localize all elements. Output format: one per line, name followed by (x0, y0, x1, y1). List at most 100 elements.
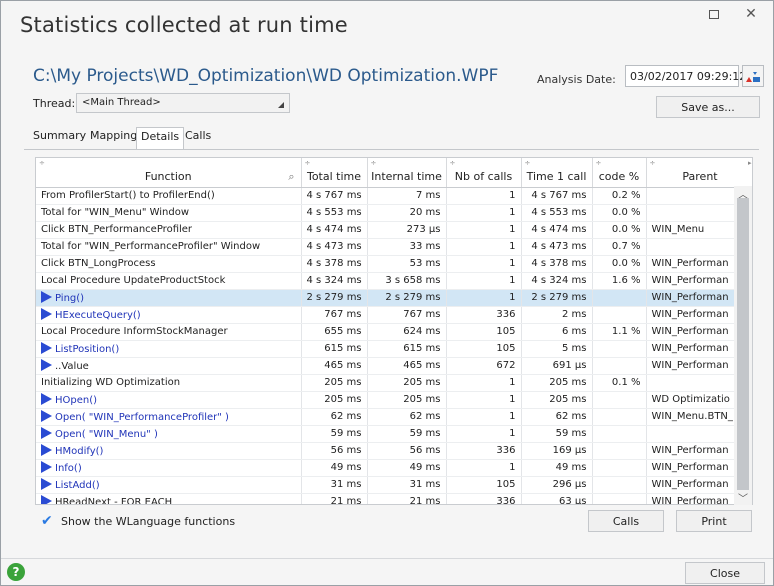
tab-calls[interactable]: Calls (185, 129, 211, 142)
table-row[interactable]: HModify() 56 ms 56 ms 336 169 µs WIN_Performa… (36, 442, 752, 460)
table-row[interactable]: Click BTN_PerformanceProfiler 4 s 474 ms 2… (36, 221, 752, 239)
cell-function: Initializing WD Optimization (36, 374, 302, 392)
vertical-scrollbar[interactable]: ︿ ﹀ (734, 186, 752, 505)
analysis-date-label: Analysis Date: (537, 73, 616, 86)
table-row[interactable]: Click BTN_LongProcess 4 s 378 ms 53 ms 1 4 s… (36, 255, 752, 273)
cell-total-time: 31 ms (301, 476, 368, 494)
cell-code-percent (592, 357, 647, 375)
function-icon (41, 495, 52, 504)
sort-icon: ÷ (524, 159, 531, 167)
cell-internal-time: 615 ms (367, 340, 447, 358)
cell-nb-of-calls: 1 (446, 425, 522, 443)
cell-time-1-call: 4 s 378 ms (521, 255, 593, 273)
function-icon (41, 427, 52, 439)
cell-time-1-call: 6 ms (521, 323, 593, 341)
show-wlanguage-label: Show the WLanguage functions (61, 514, 236, 528)
column-header-total-time[interactable]: ÷ Total time (301, 158, 368, 188)
thread-label: Thread: (33, 97, 76, 110)
cell-internal-time: 767 ms (367, 306, 447, 324)
table-row[interactable]: Open( "WIN_PerformanceProfiler" ) 62 ms 62… (36, 408, 752, 426)
cell-code-percent: 0.1 % (592, 374, 647, 392)
cell-nb-of-calls: 1 (446, 289, 522, 307)
table-row[interactable]: Local Procedure UpdateProductStock 4 s 32… (36, 272, 752, 290)
cell-function: Click BTN_PerformanceProfiler (36, 221, 302, 239)
print-button[interactable]: Print (676, 510, 752, 532)
column-header-code-percent[interactable]: ÷ code % (592, 158, 647, 188)
search-icon[interactable]: ⌕ (288, 170, 294, 184)
cell-time-1-call: 169 µs (521, 442, 593, 460)
tab-summary[interactable]: Summary (33, 129, 86, 142)
table-row[interactable]: HOpen() 205 ms 205 ms 1 205 ms WD Optimizatio (36, 391, 752, 409)
date-picker-button[interactable] (742, 65, 764, 87)
cell-time-1-call: 205 ms (521, 374, 593, 392)
cell-nb-of-calls: 1 (446, 204, 522, 222)
cell-time-1-call: 59 ms (521, 425, 593, 443)
tab-mapping[interactable]: Mapping (90, 129, 137, 142)
analysis-date-field[interactable]: 03/02/2017 09:29:12 (625, 65, 746, 87)
cell-internal-time: 21 ms (367, 493, 447, 504)
cell-total-time: 21 ms (301, 493, 368, 504)
cell-code-percent (592, 493, 647, 504)
column-header-time-1-call[interactable]: ÷ Time 1 call (521, 158, 593, 188)
table-row[interactable]: Initializing WD Optimization 205 ms 205 ms… (36, 374, 752, 392)
show-wlanguage-option[interactable]: ✔ Show the WLanguage functions (41, 514, 235, 528)
column-header-internal-time[interactable]: ÷ Internal time (367, 158, 447, 188)
cell-code-percent (592, 391, 647, 409)
table-row[interactable]: HReadNext - FOR EACH 21 ms 21 ms 336 63 µs WI… (36, 493, 752, 504)
cell-total-time: 4 s 378 ms (301, 255, 368, 273)
cell-nb-of-calls: 1 (446, 272, 522, 290)
table-row[interactable]: HExecuteQuery() 767 ms 767 ms 336 2 ms WIN_Pe… (36, 306, 752, 324)
scrollbar-thumb[interactable] (737, 198, 749, 490)
cell-internal-time: 53 ms (367, 255, 447, 273)
title-bar: Statistics collected at run time ✕ (1, 1, 773, 45)
help-icon[interactable]: ? (7, 563, 25, 581)
calls-button[interactable]: Calls (588, 510, 664, 532)
table-row[interactable]: From ProfilerStart() to ProfilerEnd() 4 s… (36, 187, 752, 205)
cell-nb-of-calls: 1 (446, 408, 522, 426)
table-row[interactable]: Info() 49 ms 49 ms 1 49 ms WIN_Performan (36, 459, 752, 477)
column-header-function[interactable]: ÷ Function ⌕ (36, 158, 302, 188)
project-path: C:\My Projects\WD_Optimization\WD Optimi… (33, 66, 499, 86)
function-icon (41, 410, 52, 422)
cell-time-1-call: 63 µs (521, 493, 593, 504)
column-header-nb-of-calls[interactable]: ÷ Nb of calls (446, 158, 522, 188)
cell-code-percent: 1.1 % (592, 323, 647, 341)
table-row[interactable]: Ping() 2 s 279 ms 2 s 279 ms 1 2 s 279 ms WIN… (36, 289, 752, 307)
close-window-button[interactable]: ✕ (733, 3, 769, 25)
table-body: From ProfilerStart() to ProfilerEnd() 4 s… (36, 187, 752, 504)
table-row[interactable]: Open( "WIN_Menu" ) 59 ms 59 ms 1 59 ms (36, 425, 752, 443)
function-icon (41, 308, 52, 320)
maximize-button[interactable] (696, 3, 732, 25)
table-row[interactable]: Total for "WIN_Menu" Window 4 s 553 ms 20 … (36, 204, 752, 222)
cell-time-1-call: 2 s 279 ms (521, 289, 593, 307)
cell-nb-of-calls: 336 (446, 442, 522, 460)
cell-total-time: 655 ms (301, 323, 368, 341)
table-header-row: ÷ Function ⌕ ÷ Total time ÷ Internal tim… (36, 158, 752, 188)
cell-code-percent: 0.0 % (592, 255, 647, 273)
tab-details[interactable]: Details (136, 127, 185, 149)
cell-time-1-call: 4 s 767 ms (521, 187, 593, 205)
cell-code-percent: 1.6 % (592, 272, 647, 290)
scroll-down-icon[interactable]: ﹀ (738, 490, 748, 505)
cell-nb-of-calls: 105 (446, 340, 522, 358)
cell-function: Total for "WIN_PerformanceProfiler" Wind… (36, 238, 302, 256)
thread-select[interactable]: <Main Thread> (76, 93, 290, 113)
cell-internal-time: 7 ms (367, 187, 447, 205)
save-as-button[interactable]: Save as... (656, 96, 760, 118)
table-row[interactable]: Local Procedure InformStockManager 655 ms… (36, 323, 752, 341)
column-header-parent[interactable]: ÷ Parent ▸ (646, 158, 752, 188)
cell-function: HModify() (36, 442, 302, 460)
cell-total-time: 2 s 279 ms (301, 289, 368, 307)
cell-internal-time: 2 s 279 ms (367, 289, 447, 307)
table-row[interactable]: ..Value 465 ms 465 ms 672 691 µs WIN_Performa… (36, 357, 752, 375)
cell-nb-of-calls: 1 (446, 391, 522, 409)
cell-code-percent (592, 306, 647, 324)
table-row[interactable]: ListPosition() 615 ms 615 ms 105 5 ms WIN_Per… (36, 340, 752, 358)
statistics-table[interactable]: ÷ Function ⌕ ÷ Total time ÷ Internal tim… (35, 157, 753, 505)
close-button[interactable]: Close (685, 562, 765, 584)
checkmark-icon[interactable]: ✔ (41, 514, 55, 528)
table-row[interactable]: Total for "WIN_PerformanceProfiler" Wind… (36, 238, 752, 256)
table-row[interactable]: ListAdd() 31 ms 31 ms 105 296 µs WIN_Performa… (36, 476, 752, 494)
cell-time-1-call: 4 s 324 ms (521, 272, 593, 290)
column-menu-icon[interactable]: ▸ (748, 159, 752, 167)
